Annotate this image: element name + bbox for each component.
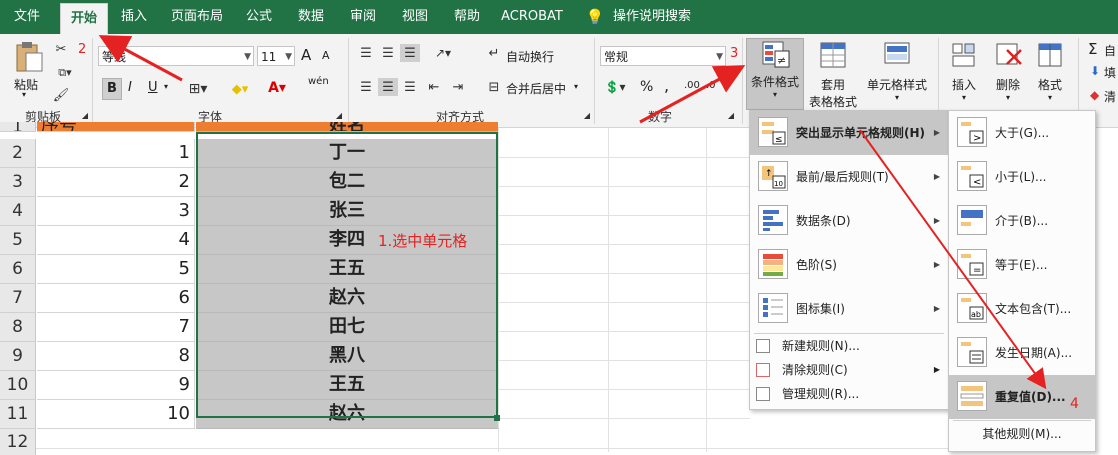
- arrow-to-home-tab: [98, 35, 183, 82]
- annotation-arrows: [98, 35, 1047, 390]
- arrow-to-conditional-format: [639, 65, 746, 124]
- arrow-to-duplicate-values: [859, 129, 1047, 390]
